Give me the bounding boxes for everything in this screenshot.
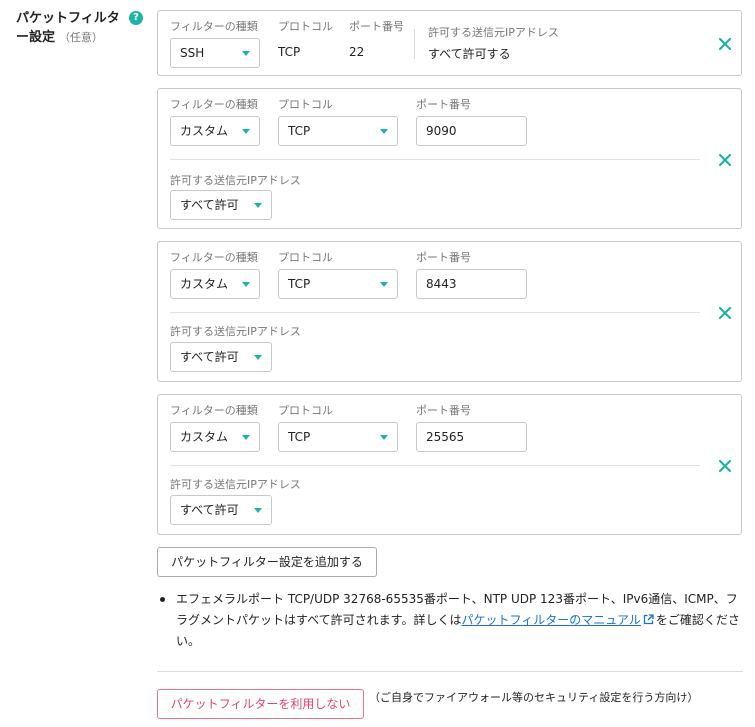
- protocol-value: TCP: [278, 45, 301, 59]
- close-icon[interactable]: [718, 153, 732, 167]
- source-ip-select[interactable]: すべて許可: [170, 495, 272, 525]
- chevron-down-icon: [242, 435, 250, 440]
- info-note: エフェメラルポート TCP/UDP 32768-65535番ポート、NTP UD…: [176, 589, 746, 652]
- protocol-label: プロトコル: [278, 251, 333, 264]
- source-ip-value: すべて許可する: [428, 47, 511, 61]
- filter-card-custom: フィルターの種類 カスタム プロトコル TCP ポート番号 9090 許可する送…: [157, 88, 742, 229]
- protocol-value: TCP: [288, 124, 311, 138]
- filter-card-custom: フィルターの種類 カスタム プロトコル TCP ポート番号 8443 許可する送…: [157, 241, 742, 382]
- chevron-down-icon: [380, 129, 388, 134]
- protocol-select[interactable]: TCP: [278, 269, 398, 299]
- protocol-select[interactable]: TCP: [278, 422, 398, 452]
- source-ip-value: すべて許可: [180, 198, 239, 212]
- port-label: ポート番号: [416, 251, 471, 264]
- filter-card-custom: フィルターの種類 カスタム プロトコル TCP ポート番号 25565 許可する…: [157, 394, 742, 535]
- section-divider: [157, 671, 743, 672]
- help-icon[interactable]: ?: [129, 11, 143, 25]
- protocol-label: プロトコル: [278, 20, 333, 33]
- section-title-line2: ー設定 （任意）: [16, 28, 156, 47]
- filter-type-value: SSH: [180, 46, 205, 60]
- protocol-value: TCP: [288, 277, 311, 291]
- filter-type-value: カスタム: [180, 430, 229, 444]
- protocol-value: TCP: [288, 430, 311, 444]
- protocol-select[interactable]: TCP: [278, 116, 398, 146]
- source-ip-value: すべて許可: [180, 350, 239, 364]
- close-icon[interactable]: [718, 37, 732, 51]
- filter-type-select[interactable]: カスタム: [170, 116, 260, 146]
- field-divider: [414, 29, 415, 59]
- chevron-down-icon: [254, 203, 262, 208]
- protocol-label: プロトコル: [278, 98, 333, 111]
- port-label: ポート番号: [416, 98, 471, 111]
- source-ip-label: 許可する送信元IPアドレス: [428, 26, 559, 39]
- chevron-down-icon: [254, 508, 262, 513]
- filter-type-select[interactable]: SSH: [170, 38, 260, 68]
- protocol-label: プロトコル: [278, 404, 333, 417]
- filter-type-value: カスタム: [180, 124, 229, 138]
- chevron-down-icon: [380, 282, 388, 287]
- filter-type-label: フィルターの種類: [170, 98, 258, 111]
- card-divider: [170, 312, 700, 313]
- chevron-down-icon: [254, 355, 262, 360]
- port-value: 22: [349, 45, 365, 59]
- source-ip-label: 許可する送信元IPアドレス: [170, 478, 301, 491]
- disable-filter-note: （ご自身でファイアウォール等のセキュリティ設定を行う方向け）: [369, 691, 699, 704]
- port-input[interactable]: 25565: [416, 422, 527, 452]
- chevron-down-icon: [380, 435, 388, 440]
- source-ip-label: 許可する送信元IPアドレス: [170, 325, 301, 338]
- chevron-down-icon: [242, 282, 250, 287]
- source-ip-select[interactable]: すべて許可: [170, 342, 272, 372]
- filter-card-ssh: フィルターの種類 SSH プロトコル TCP ポート番号 22 許可する送信元I…: [157, 10, 742, 76]
- port-label: ポート番号: [416, 404, 471, 417]
- source-ip-label: 許可する送信元IPアドレス: [170, 174, 301, 187]
- port-input[interactable]: 8443: [416, 269, 527, 299]
- close-icon[interactable]: [718, 306, 732, 320]
- close-icon[interactable]: [718, 459, 732, 473]
- note-bullet: [160, 597, 165, 602]
- disable-filter-button[interactable]: パケットフィルターを利用しない: [157, 689, 364, 719]
- source-ip-select[interactable]: すべて許可: [170, 190, 272, 220]
- filter-type-select[interactable]: カスタム: [170, 422, 260, 452]
- filter-type-value: カスタム: [180, 277, 229, 291]
- filter-type-label: フィルターの種類: [170, 404, 258, 417]
- filter-type-label: フィルターの種類: [170, 20, 258, 33]
- filter-type-label: フィルターの種類: [170, 251, 258, 264]
- optional-tag: （任意）: [59, 31, 104, 44]
- port-input[interactable]: 9090: [416, 116, 527, 146]
- port-label: ポート番号: [349, 20, 404, 33]
- card-divider: [170, 159, 700, 160]
- external-link-icon[interactable]: [643, 614, 654, 625]
- chevron-down-icon: [242, 129, 250, 134]
- source-ip-value: すべて許可: [180, 503, 239, 517]
- card-divider: [170, 465, 700, 466]
- filter-type-select[interactable]: カスタム: [170, 269, 260, 299]
- add-filter-button[interactable]: パケットフィルター設定を追加する: [157, 547, 377, 577]
- section-title-line2-text: ー設定: [16, 30, 56, 45]
- manual-link[interactable]: パケットフィルターのマニュアル: [461, 613, 640, 627]
- chevron-down-icon: [242, 51, 250, 56]
